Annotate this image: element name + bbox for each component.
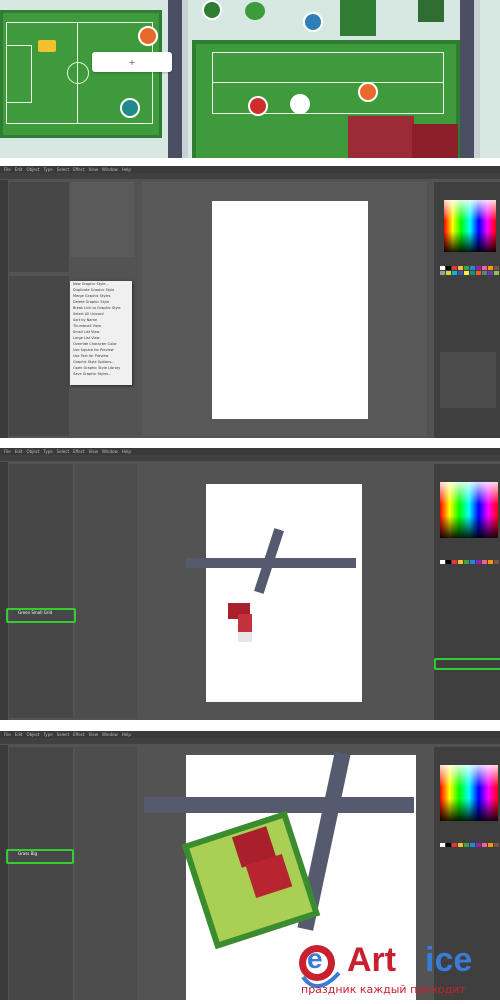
menu-help[interactable]: Help xyxy=(122,449,131,454)
menu-window[interactable]: Window xyxy=(102,167,118,172)
menu-file[interactable]: File xyxy=(4,732,11,737)
menu-type[interactable]: Type xyxy=(43,167,52,172)
ctx-item[interactable]: Save Graphic Styles... xyxy=(70,371,132,377)
house-shadow xyxy=(238,632,252,642)
menu-edit[interactable]: Edit xyxy=(15,167,23,172)
map-illustration: + xyxy=(0,0,500,158)
midline xyxy=(77,22,78,123)
menu-edit[interactable]: Edit xyxy=(15,449,23,454)
graphic-styles-panel xyxy=(9,464,73,718)
road-vertical-left xyxy=(168,0,182,158)
menu-file[interactable]: File xyxy=(4,449,11,454)
gate-pin-icon[interactable] xyxy=(120,98,140,118)
menu-view[interactable]: View xyxy=(89,732,99,737)
graphic-styles-panel xyxy=(9,747,73,1000)
artboard[interactable] xyxy=(206,484,362,702)
layer-highlight xyxy=(434,658,500,670)
logo-letter: e xyxy=(307,943,323,974)
context-menu: New Graphic Style... Duplicate Graphic S… xyxy=(70,281,132,385)
sidewalk xyxy=(182,0,188,158)
menu-window[interactable]: Window xyxy=(102,449,118,454)
menu-edit[interactable]: Edit xyxy=(15,732,23,737)
field-box xyxy=(6,45,32,103)
screenshot-road-assets: File Edit Object Type Select Effect View… xyxy=(0,448,500,720)
color-spectrum[interactable] xyxy=(440,482,498,538)
options-bar xyxy=(0,455,500,461)
menu-window[interactable]: Window xyxy=(102,732,118,737)
menu-bar: File Edit Object Type Select Effect View… xyxy=(0,166,500,173)
hedge xyxy=(340,0,376,36)
tooltip: + xyxy=(92,52,172,72)
symbols-list xyxy=(75,747,137,1000)
menu-select[interactable]: Select xyxy=(57,449,69,454)
tree-pin-icon[interactable] xyxy=(202,0,222,20)
menu-object[interactable]: Object xyxy=(26,167,39,172)
artboard[interactable] xyxy=(212,201,368,419)
menu-view[interactable]: View xyxy=(89,167,99,172)
bush-icon xyxy=(418,0,444,22)
tools-panel[interactable] xyxy=(0,462,8,720)
swatches[interactable] xyxy=(440,843,499,847)
house-roof[interactable] xyxy=(238,614,252,632)
building-roof xyxy=(348,116,414,158)
right-panels xyxy=(434,464,500,720)
court-line xyxy=(212,52,444,114)
road-vertical-right xyxy=(460,0,474,158)
brand-name: Art xyxy=(347,941,397,979)
swatches[interactable] xyxy=(440,560,499,564)
tennis-pin-icon[interactable] xyxy=(303,12,323,32)
menu-select[interactable]: Select xyxy=(57,732,69,737)
symbols-list xyxy=(75,464,137,718)
trophy-pin-icon[interactable] xyxy=(290,94,310,114)
menu-effect[interactable]: Effect xyxy=(73,732,85,737)
menu-select[interactable]: Select xyxy=(57,167,69,172)
tools-panel[interactable] xyxy=(0,745,8,1000)
color-spectrum[interactable] xyxy=(440,765,498,821)
options-bar xyxy=(0,173,500,179)
menu-view[interactable]: View xyxy=(89,449,99,454)
swatches[interactable] xyxy=(440,266,499,275)
brand-suffix: ice xyxy=(425,941,473,979)
basket-pin-icon[interactable] xyxy=(138,26,158,46)
brand-tagline: праздник каждый приходит xyxy=(301,983,466,996)
menu-effect[interactable]: Effect xyxy=(73,449,85,454)
symbols-panel xyxy=(70,182,134,257)
menu-help[interactable]: Help xyxy=(122,167,131,172)
screenshot-graphic-styles-menu: File Edit Object Type Select Effect View… xyxy=(0,166,500,438)
graphic-styles-panel xyxy=(9,276,69,436)
balloon-pin-icon[interactable] xyxy=(248,96,268,116)
tree-icon xyxy=(245,2,265,20)
selection-highlight xyxy=(6,849,74,864)
building-roof xyxy=(412,124,458,158)
menu-help[interactable]: Help xyxy=(122,732,131,737)
watermark: e Art ice праздник каждый приходит xyxy=(295,935,500,1000)
color-spectrum[interactable] xyxy=(444,200,496,252)
highlighted-style-label[interactable]: Grass Big xyxy=(18,851,37,856)
options-bar xyxy=(0,738,500,744)
menu-bar: File Edit Object Type Select Effect View… xyxy=(0,731,500,738)
bulldozer-icon xyxy=(38,40,56,52)
basket-pin-icon[interactable] xyxy=(358,82,378,102)
center-circle xyxy=(67,62,89,84)
tools-panel[interactable] xyxy=(0,180,8,438)
menu-effect[interactable]: Effect xyxy=(73,167,85,172)
layers-panel xyxy=(9,182,69,272)
sidewalk xyxy=(474,0,480,158)
road-horizontal[interactable] xyxy=(144,797,414,813)
menu-file[interactable]: File xyxy=(4,167,11,172)
menu-bar: File Edit Object Type Select Effect View… xyxy=(0,448,500,455)
tooltip-plus: + xyxy=(128,57,136,67)
court-net xyxy=(212,82,443,83)
menu-object[interactable]: Object xyxy=(26,732,39,737)
menu-type[interactable]: Type xyxy=(43,732,52,737)
menu-type[interactable]: Type xyxy=(43,449,52,454)
layers-list[interactable] xyxy=(440,352,496,408)
right-panels xyxy=(434,182,500,438)
highlighted-style-label[interactable]: Green Small Grid xyxy=(18,610,52,615)
menu-object[interactable]: Object xyxy=(26,449,39,454)
